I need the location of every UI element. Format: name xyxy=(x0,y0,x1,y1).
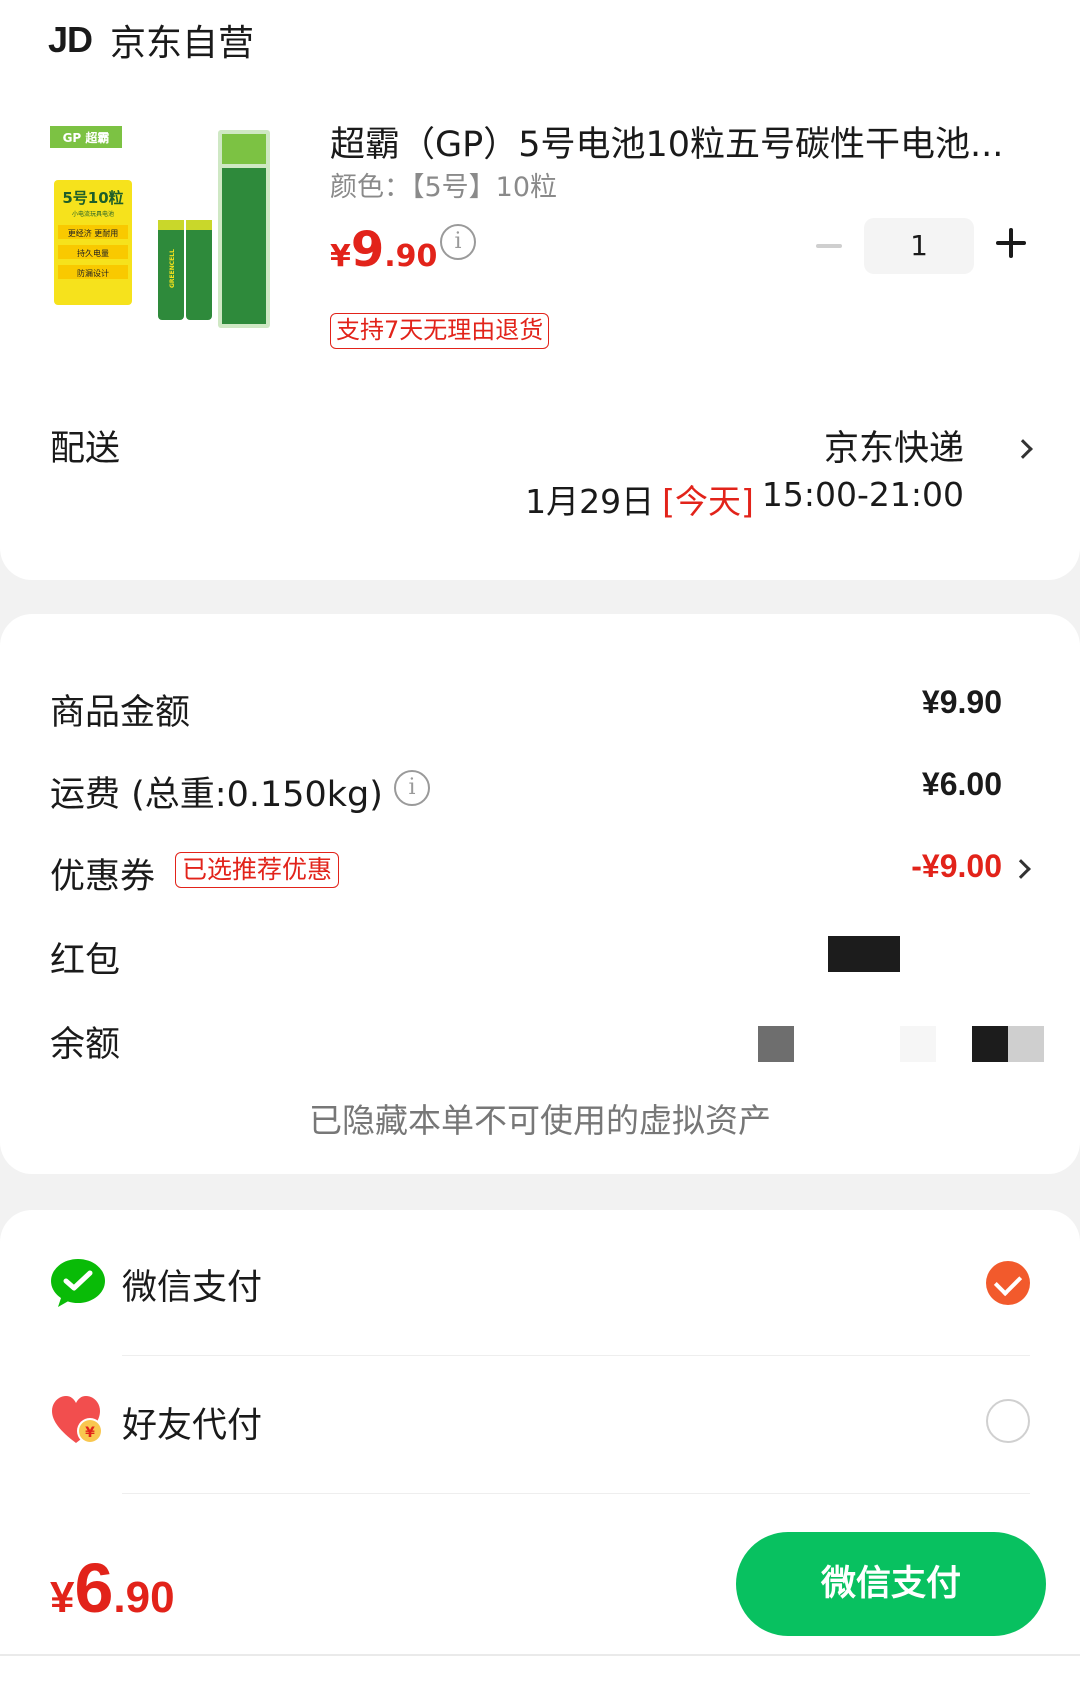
shipping-fee-value: ¥6.00 xyxy=(921,766,1002,802)
product-image-badge-1: 更经济 更耐用 xyxy=(68,228,119,238)
price-detail-card: 商品金额 ¥9.90 运费 (总重:0.150kg) i ¥6.00 优惠券 已… xyxy=(0,614,1080,1174)
hidden-assets-note[interactable]: 已隐藏本单不可使用的虚拟资产 xyxy=(0,1094,1080,1142)
chevron-right-icon[interactable] xyxy=(1011,859,1031,879)
product-price: ¥ 9 .90 xyxy=(330,222,437,278)
wechat-pay-button[interactable]: 微信支付 xyxy=(736,1532,1046,1636)
goods-amount-label: 商品金额 xyxy=(50,693,191,733)
delivery-today-tag: [今天] xyxy=(662,482,754,521)
product-title[interactable]: 超霸（GP）5号电池10粒五号碳性干电池... xyxy=(330,116,1020,167)
friend-pay-heart-icon: ¥ xyxy=(52,1396,103,1444)
radio-checked-icon[interactable] xyxy=(986,1261,1030,1305)
payment-option-wechat[interactable]: 微信支付 xyxy=(0,1235,1080,1335)
delivery-method[interactable]: 京东快递 xyxy=(824,420,964,471)
coupon-label: 优惠券 xyxy=(50,857,156,897)
delivery-date: 1月29日 xyxy=(525,482,655,521)
coupon-recommend-tag: 已选推荐优惠 xyxy=(175,852,340,888)
shipping-fee-row: 运费 (总重:0.150kg) i ¥6.00 xyxy=(50,766,1080,826)
svg-text:¥: ¥ xyxy=(85,1425,95,1441)
balance-row[interactable]: 余额 xyxy=(50,1016,1080,1076)
redacted-block xyxy=(828,936,900,972)
balance-label: 余额 xyxy=(50,1025,121,1065)
redacted-block xyxy=(758,1026,794,1062)
redacted-block xyxy=(1008,1026,1044,1062)
price-info-icon[interactable]: i xyxy=(440,224,476,260)
price-currency: ¥ xyxy=(330,239,351,274)
product-image[interactable]: GP 超霸 5号10粒 小电流玩具电池 更经济 更耐用 持久电量 防漏设计 GR… xyxy=(48,120,298,350)
total-currency: ¥ xyxy=(50,1573,75,1622)
home-indicator-line xyxy=(0,1654,1080,1656)
quantity-input[interactable]: 1 xyxy=(864,218,974,274)
payment-option-friend[interactable]: ¥ 好友代付 xyxy=(0,1373,1080,1473)
divider xyxy=(122,1493,1030,1494)
product-image-pack-title: 5号10粒 xyxy=(62,189,123,207)
payment-option-label: 好友代付 xyxy=(122,1406,263,1446)
delivery-time[interactable]: 1月29日 [今天] 15:00-21:00 xyxy=(525,475,964,523)
shop-header[interactable]: JD 京东自营 xyxy=(48,14,254,66)
checkout-bar: ¥ 6 .90 微信支付 xyxy=(0,1512,1080,1685)
total-amount: ¥ 6 .90 xyxy=(50,1548,175,1628)
total-decimal: .90 xyxy=(113,1573,175,1622)
product-image-brand: GP 超霸 xyxy=(63,130,110,145)
total-integer: 6 xyxy=(74,1549,114,1627)
redacted-block xyxy=(972,1026,1008,1062)
delivery-time-range: 15:00-21:00 xyxy=(761,475,964,514)
shipping-info-icon[interactable]: i xyxy=(394,770,430,806)
product-spec: 颜色：【5号】10粒 xyxy=(330,172,558,203)
return-policy-badge: 支持7天无理由退货 xyxy=(330,313,550,349)
price-decimal: .90 xyxy=(384,239,438,274)
chevron-right-icon[interactable] xyxy=(1013,439,1033,459)
goods-amount-value: ¥9.90 xyxy=(921,684,1002,720)
product-image-cell-label: GREENCELL xyxy=(169,249,176,288)
product-image-badge-2: 持久电量 xyxy=(77,248,109,258)
quantity-decrease-button[interactable] xyxy=(816,244,842,248)
product-image-badge-3: 防漏设计 xyxy=(77,268,109,278)
redacted-block xyxy=(900,1026,936,1062)
payment-option-label: 微信支付 xyxy=(122,1268,263,1308)
quantity-increase-button[interactable] xyxy=(996,228,1026,258)
delivery-label: 配送 xyxy=(50,429,121,469)
order-item-card: JD 京东自营 GP 超霸 5号10粒 小电流玩具电池 更经济 更耐用 持久电量… xyxy=(0,0,1080,580)
wechat-pay-icon xyxy=(51,1259,105,1307)
shipping-fee-label: 运费 (总重:0.150kg) xyxy=(50,775,383,815)
jd-logo: JD xyxy=(48,19,93,60)
coupon-value: -¥9.00 xyxy=(911,848,1002,884)
coupon-row[interactable]: 优惠券 已选推荐优惠 -¥9.00 xyxy=(50,848,1080,908)
product-image-pack-sub: 小电流玩具电池 xyxy=(72,210,114,218)
hongbao-row[interactable]: 红包 xyxy=(50,932,1080,992)
goods-amount-row: 商品金额 ¥9.90 xyxy=(50,684,1080,744)
hongbao-label: 红包 xyxy=(50,941,121,981)
shop-name: 京东自营 xyxy=(110,23,255,64)
radio-unchecked-icon[interactable] xyxy=(986,1399,1030,1443)
divider xyxy=(122,1355,1030,1356)
price-integer: 9 xyxy=(350,222,385,278)
